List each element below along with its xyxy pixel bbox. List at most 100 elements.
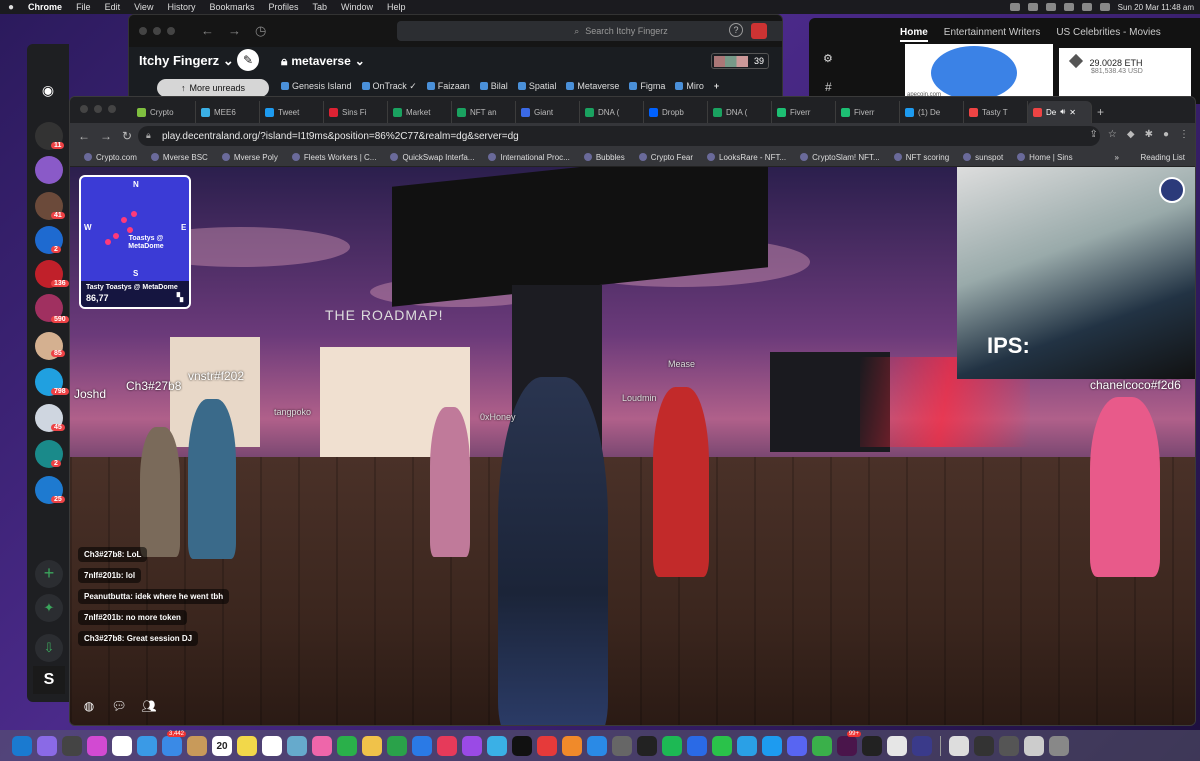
app-icon[interactable] (912, 735, 932, 756)
avatar[interactable] (1090, 397, 1160, 577)
reload-icon[interactable]: ↻ (122, 129, 132, 143)
bookmark-item[interactable]: NFT scoring (894, 153, 949, 162)
bluetooth-icon[interactable] (1045, 3, 1056, 11)
chat-bubble-icon[interactable]: 💬︎ (110, 697, 128, 715)
bookmark-item[interactable]: Home | Sins (1017, 153, 1072, 162)
new-tab-button[interactable]: + (1092, 101, 1112, 123)
bookmark-star-icon[interactable]: ☆ (1108, 129, 1117, 140)
menu-view[interactable]: View (134, 2, 153, 12)
forward-icon[interactable]: → (228, 23, 241, 39)
browser-tab[interactable]: Fiverr (836, 101, 900, 123)
maps-icon[interactable] (287, 735, 307, 756)
window-thumbnail[interactable] (999, 735, 1019, 756)
calendar-icon[interactable]: 20 (212, 735, 232, 756)
calculator-icon[interactable] (62, 735, 82, 756)
add-bookmark-button[interactable]: + (714, 81, 719, 92)
add-server-button[interactable]: + (35, 560, 63, 588)
bookmark-item[interactable]: Mverse Poly (222, 153, 278, 162)
search-icon[interactable] (1099, 3, 1110, 11)
window-thumbnail[interactable] (974, 735, 994, 756)
compass-icon[interactable]: ✦ (35, 594, 63, 622)
safari-icon[interactable] (137, 735, 157, 756)
contacts-icon[interactable] (187, 735, 207, 756)
reminders-icon[interactable] (262, 735, 282, 756)
tab-home[interactable]: Home (900, 27, 928, 42)
bookmark-item[interactable]: Crypto.com (84, 153, 137, 162)
channel-header[interactable]: 🔒︎ metaverse ⌄ (281, 54, 365, 69)
bookmark-item[interactable]: LooksRare - NFT... (707, 153, 786, 162)
app-icon[interactable] (887, 735, 907, 756)
speaker-icon[interactable]: 🔊︎ (1060, 107, 1065, 117)
slack-search-bar[interactable]: ⌕ Search Itchy Fingerz (397, 21, 782, 41)
close-tab-icon[interactable]: ✕ (1069, 108, 1076, 117)
app-icon[interactable] (637, 735, 657, 756)
bookmark-item[interactable]: Figma (629, 81, 665, 92)
menu-file[interactable]: File (76, 2, 91, 12)
minimize-window-button[interactable] (94, 105, 102, 113)
zoom-window-button[interactable] (167, 27, 175, 35)
clock[interactable]: Sun 20 Mar 11:48 am (1118, 3, 1194, 12)
browser-tab[interactable]: DNA ( (580, 101, 644, 123)
browser-tab[interactable]: MEE6 (196, 101, 260, 123)
zoom-window-button[interactable] (108, 105, 116, 113)
bookmark-item[interactable]: Fleets Workers | C... (292, 153, 377, 162)
active-browser-tab[interactable]: De 🔊︎ ✕ (1028, 101, 1092, 123)
decentraland-viewport[interactable]: THE ROADMAP! IPS: Joshd Ch3#27b8 vnstr#f… (70, 167, 1195, 725)
history-icon[interactable]: ◷ (255, 23, 266, 39)
menu-bookmarks[interactable]: Bookmarks (209, 2, 254, 12)
map-icon[interactable]: ▚ (177, 293, 183, 302)
photos-icon[interactable] (312, 735, 332, 756)
facetime-icon[interactable] (337, 735, 357, 756)
share-icon[interactable]: ⇪ (1090, 129, 1098, 140)
quicktime-icon[interactable] (487, 735, 507, 756)
close-window-button[interactable] (139, 27, 147, 35)
status-icon[interactable] (1027, 3, 1038, 11)
menu-profiles[interactable]: Profiles (268, 2, 298, 12)
download-icon[interactable]: ⇩ (35, 634, 63, 662)
browser-tab[interactable]: Fiverr (772, 101, 836, 123)
news-icon[interactable] (537, 735, 557, 756)
tab-us-celebrities[interactable]: US Celebrities - Movies (1056, 27, 1160, 42)
avatar[interactable] (140, 427, 180, 557)
bookmark-item[interactable]: Metaverse (566, 81, 619, 92)
browser-tab[interactable]: Tasty T (964, 101, 1028, 123)
back-icon[interactable]: ← (78, 129, 90, 143)
minimize-window-button[interactable] (153, 27, 161, 35)
help-button[interactable]: ? (729, 23, 743, 37)
bookmark-item[interactable]: OnTrack ✓ (362, 81, 417, 92)
back-icon[interactable]: ← (201, 23, 214, 39)
forward-icon[interactable]: → (100, 129, 112, 143)
bookmark-item[interactable]: sunspot (963, 153, 1003, 162)
avatar[interactable] (653, 387, 709, 577)
keynote-icon[interactable] (412, 735, 432, 756)
avatar[interactable] (188, 399, 236, 559)
profile-avatar[interactable]: ● (1163, 129, 1169, 140)
browser-tab[interactable]: Tweet (260, 101, 324, 123)
bookmark-item[interactable]: Crypto Fear (639, 153, 693, 162)
metamask-icon[interactable]: ◆ (1127, 129, 1135, 140)
finder-icon[interactable] (12, 735, 32, 756)
tab-entertainment-writers[interactable]: Entertainment Writers (944, 27, 1041, 42)
tv-icon[interactable] (512, 735, 532, 756)
menu-edit[interactable]: Edit (105, 2, 121, 12)
status-icon[interactable] (1009, 3, 1020, 11)
launchpad-icon[interactable] (87, 735, 107, 756)
music-icon[interactable] (437, 735, 457, 756)
app-s-icon[interactable]: S (33, 666, 65, 694)
browser-tab[interactable]: (1) De (900, 101, 964, 123)
bookmark-item[interactable]: International Proc... (488, 153, 569, 162)
profile-avatar-icon[interactable] (1159, 177, 1185, 203)
extensions-icon[interactable]: ✱ (1145, 129, 1153, 140)
member-count-button[interactable]: 39 (711, 53, 769, 69)
address-bar[interactable]: 🔒︎ play.decentraland.org/?island=I1t9ms&… (138, 126, 1100, 146)
kebab-menu-icon[interactable]: ⋮ (1179, 129, 1189, 140)
terminal-icon[interactable] (862, 735, 882, 756)
more-bookmarks-button[interactable]: » (1115, 153, 1119, 162)
spotify-icon[interactable] (662, 735, 682, 756)
trash-icon[interactable] (1049, 735, 1069, 756)
discord-home-icon[interactable]: ◉ (35, 82, 61, 100)
bookmark-item[interactable]: Miro (675, 81, 704, 92)
avatar[interactable] (430, 407, 470, 557)
utorrent-icon[interactable] (812, 735, 832, 756)
pages-icon[interactable] (362, 735, 382, 756)
